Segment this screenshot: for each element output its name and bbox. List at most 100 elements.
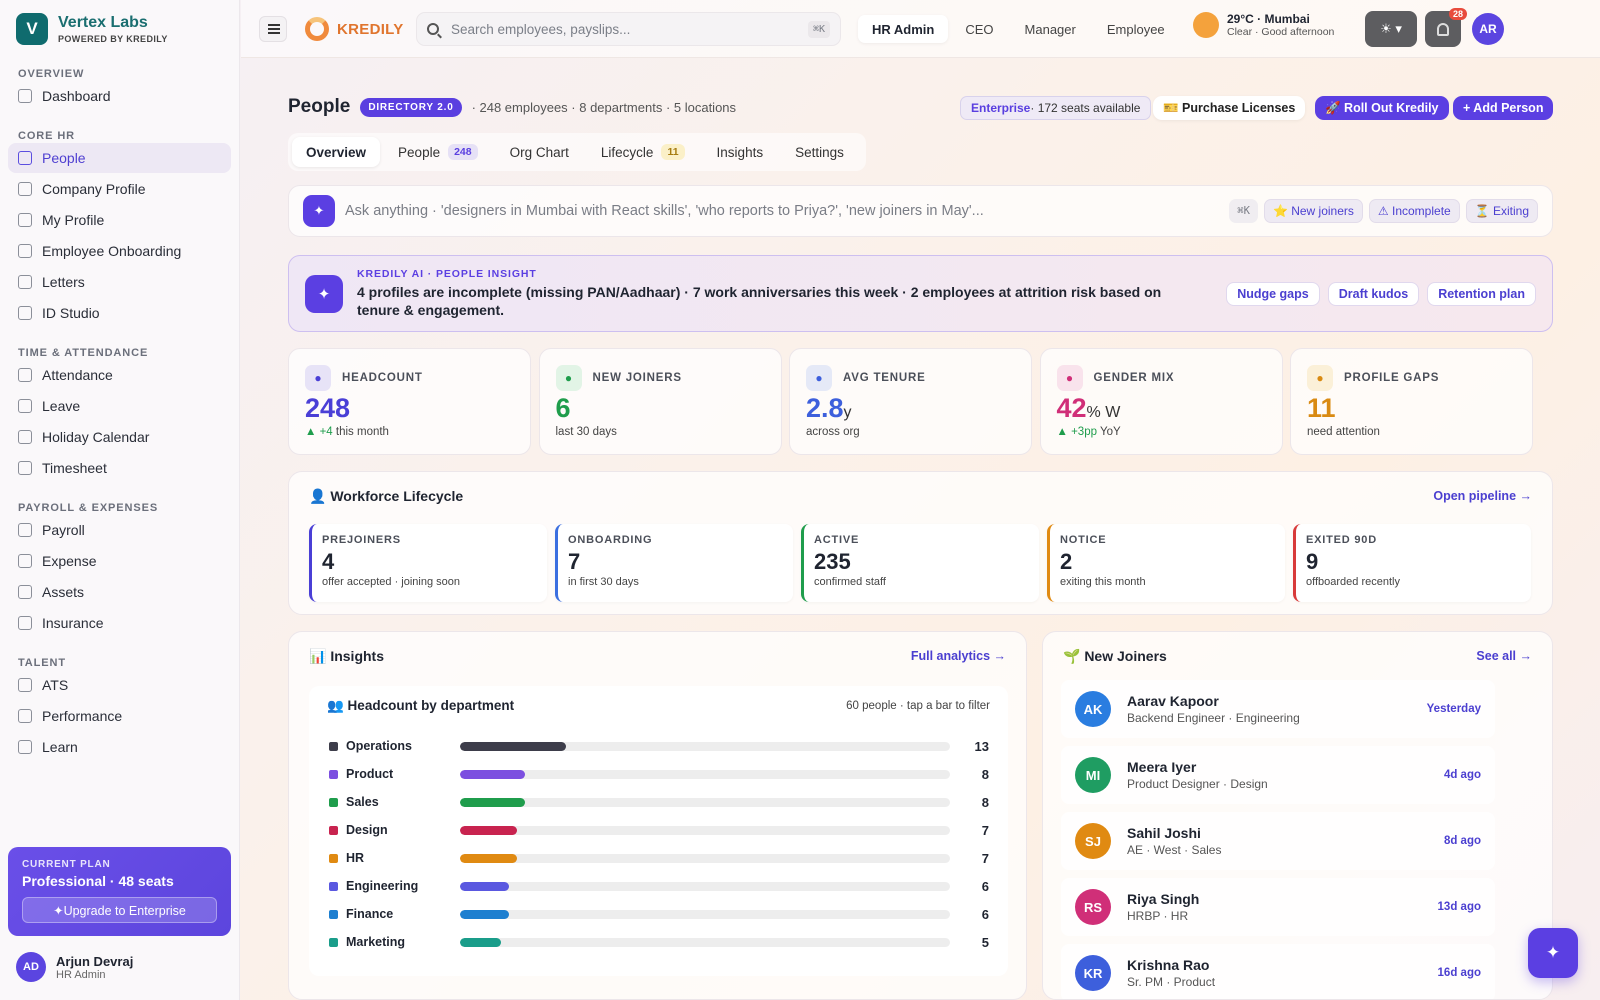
department-bar-row[interactable]: Sales 8 bbox=[329, 792, 989, 812]
notifications-button[interactable]: 28 bbox=[1425, 8, 1467, 47]
gender-icon: ● bbox=[1056, 365, 1083, 391]
add-person-button[interactable]: + Add Person bbox=[1453, 96, 1554, 120]
ai-insight-banner: ✦ KREDILY AI · PEOPLE INSIGHT 4 profiles… bbox=[288, 255, 1553, 332]
kpi-number: 42 bbox=[1056, 393, 1087, 423]
ask-input[interactable] bbox=[345, 203, 1224, 219]
purchase-licenses-button[interactable]: 🎫 Purchase Licenses bbox=[1153, 96, 1306, 120]
department-bar-row[interactable]: Marketing 5 bbox=[329, 932, 989, 952]
sparkle-icon: ✦ bbox=[305, 274, 343, 313]
kpi-card-gender-mix[interactable]: ● GENDER MIX 42% W ▲ +3pp YoY bbox=[1039, 348, 1283, 455]
kpi-card-new-joiners[interactable]: ● NEW JOINERS 6 last 30 days bbox=[538, 348, 782, 455]
sidebar-item-timesheet[interactable]: Timesheet bbox=[8, 453, 231, 483]
joiner-row[interactable]: SJ Sahil Joshi AE · West · Sales 8d ago bbox=[1061, 812, 1495, 870]
department-name: Marketing bbox=[346, 935, 406, 949]
upgrade-button[interactable]: ✦Upgrade to Enterprise bbox=[22, 897, 217, 923]
sidebar-item-ats[interactable]: ATS bbox=[8, 670, 231, 700]
theme-toggle[interactable]: ☀ ▾ bbox=[1365, 11, 1417, 47]
stage-subtext: offboarded recently bbox=[1306, 576, 1400, 588]
see-all-link[interactable]: See all → bbox=[1476, 649, 1532, 663]
legend-dot bbox=[329, 937, 338, 947]
role-employee[interactable]: Employee bbox=[1093, 15, 1179, 43]
brand-subtitle: POWERED BY KREDILY bbox=[58, 34, 168, 44]
plan-tier: Enterprise bbox=[971, 101, 1031, 115]
department-bar-row[interactable]: Engineering 6 bbox=[329, 876, 989, 896]
lifecycle-stage-notice[interactable]: NOTICE 2 exiting this month bbox=[1047, 524, 1285, 602]
joiner-row[interactable]: KR Krishna Rao Sr. PM · Product 16d ago bbox=[1061, 944, 1495, 999]
weather-temp: 29°C · Mumbai bbox=[1227, 12, 1310, 26]
sidebar-item-learn[interactable]: Learn bbox=[8, 732, 231, 762]
role-manager[interactable]: Manager bbox=[1011, 15, 1090, 43]
lifecycle-stage-onboarding[interactable]: ONBOARDING 7 in first 30 days bbox=[555, 524, 793, 602]
ai-action-draft-kudos[interactable]: Draft kudos bbox=[1327, 281, 1420, 306]
joiner-row[interactable]: AK Aarav Kapoor Backend Engineer · Enginee… bbox=[1061, 680, 1495, 738]
sidebar-item-company-profile[interactable]: Company Profile bbox=[8, 174, 231, 204]
tab-org-chart[interactable]: Org Chart bbox=[496, 137, 583, 167]
lifecycle-stage-prejoiners[interactable]: PREJOINERS 4 offer accepted · joining soon bbox=[309, 524, 547, 602]
filter-chip[interactable]: ⏳ Exiting bbox=[1465, 199, 1538, 223]
bar-fill bbox=[460, 741, 567, 751]
department-bar-row[interactable]: Product 8 bbox=[329, 764, 989, 784]
product-logo[interactable]: KREDILY bbox=[305, 17, 404, 41]
sidebar-item-letters[interactable]: Letters bbox=[8, 267, 231, 297]
money-icon bbox=[18, 523, 32, 537]
sidebar-item-id-studio[interactable]: ID Studio bbox=[8, 298, 231, 328]
joiner-row[interactable]: MI Meera Iyer Product Designer · Design 4d … bbox=[1061, 746, 1495, 804]
sidebar-item-holiday-calendar[interactable]: Holiday Calendar bbox=[8, 422, 231, 452]
tab-label: Settings bbox=[795, 144, 844, 160]
department-name: Engineering bbox=[346, 879, 419, 893]
kpi-card-headcount[interactable]: ● HEADCOUNT 248 ▲ +4 this month bbox=[288, 348, 531, 455]
kpi-card-avg-tenure[interactable]: ● AVG TENURE 2.8y across org bbox=[789, 348, 1032, 455]
lifecycle-stage-active[interactable]: ACTIVE 235 confirmed staff bbox=[801, 524, 1039, 602]
role-ceo[interactable]: CEO bbox=[951, 15, 1007, 43]
department-bar-row[interactable]: Design 7 bbox=[329, 820, 989, 840]
bar-track bbox=[460, 881, 950, 891]
brand[interactable]: V Vertex Labs POWERED BY KREDILY bbox=[0, 0, 239, 58]
tab-insights[interactable]: Insights bbox=[703, 137, 778, 167]
search-input[interactable] bbox=[451, 21, 808, 37]
department-bar-row[interactable]: Finance 6 bbox=[329, 904, 989, 924]
kpi-card-profile-gaps[interactable]: ● PROFILE GAPS 11 need attention bbox=[1290, 348, 1533, 455]
sidebar-item-payroll[interactable]: Payroll bbox=[8, 515, 231, 545]
ai-action-retention-plan[interactable]: Retention plan bbox=[1427, 281, 1536, 306]
kpi-header: ● PROFILE GAPS bbox=[1307, 365, 1516, 391]
filter-chip[interactable]: ⭐ New joiners bbox=[1263, 199, 1363, 223]
sidebar-item-insurance[interactable]: Insurance bbox=[8, 608, 231, 638]
avatar[interactable]: AR bbox=[1472, 13, 1504, 45]
ai-assistant-button[interactable]: ✦ bbox=[1528, 928, 1578, 978]
joiner-row[interactable]: RS Riya Singh HRBP · HR 13d ago bbox=[1061, 878, 1495, 936]
sidebar-item-people[interactable]: People bbox=[8, 143, 231, 173]
tab-count-badge: 11 bbox=[661, 144, 685, 160]
sidebar-item-assets[interactable]: Assets bbox=[8, 577, 231, 607]
department-bar-row[interactable]: Operations 13 bbox=[329, 736, 989, 756]
full-analytics-link[interactable]: Full analytics → bbox=[911, 649, 1006, 663]
lifecycle-stage-exited-90d[interactable]: EXITED 90D 9 offboarded recently bbox=[1293, 524, 1531, 602]
sidebar-item-my-profile[interactable]: My Profile bbox=[8, 205, 231, 235]
kpi-number: 2.8 bbox=[806, 393, 844, 423]
sidebar-item-attendance[interactable]: Attendance bbox=[8, 360, 231, 390]
tab-people[interactable]: People 248 bbox=[384, 137, 492, 167]
sun-icon bbox=[1193, 12, 1219, 38]
sidebar-item-label: Attendance bbox=[42, 367, 113, 383]
sidebar-item-dashboard[interactable]: Dashboard bbox=[8, 81, 231, 111]
filter-chip[interactable]: ⚠ Incomplete bbox=[1368, 199, 1460, 223]
stage-subtext: confirmed staff bbox=[814, 576, 886, 588]
roll-out-button[interactable]: 🚀 Roll Out Kredily bbox=[1315, 96, 1449, 120]
ai-action-nudge-gaps[interactable]: Nudge gaps bbox=[1226, 281, 1320, 306]
menu-icon[interactable] bbox=[259, 16, 287, 42]
sidebar-item-employee-onboarding[interactable]: Employee Onboarding bbox=[8, 236, 231, 266]
department-bar-row[interactable]: HR 7 bbox=[329, 848, 989, 868]
sidebar-item-leave[interactable]: Leave bbox=[8, 391, 231, 421]
stage-label: ONBOARDING bbox=[568, 534, 653, 546]
weather-desc: Clear · Good afternoon bbox=[1227, 26, 1335, 38]
people-icon: ● bbox=[305, 365, 331, 391]
tab-settings[interactable]: Settings bbox=[781, 137, 858, 167]
role-hr-admin[interactable]: HR Admin bbox=[858, 15, 949, 43]
tab-lifecycle[interactable]: Lifecycle 11 bbox=[587, 137, 699, 167]
sidebar-item-performance[interactable]: Performance bbox=[8, 701, 231, 731]
sidebar-item-expense[interactable]: Expense bbox=[8, 546, 231, 576]
open-pipeline-link[interactable]: Open pipeline → bbox=[1433, 489, 1532, 503]
tab-overview[interactable]: Overview bbox=[292, 137, 381, 167]
user-profile[interactable]: AD Arjun Devraj HR Admin bbox=[16, 952, 133, 982]
